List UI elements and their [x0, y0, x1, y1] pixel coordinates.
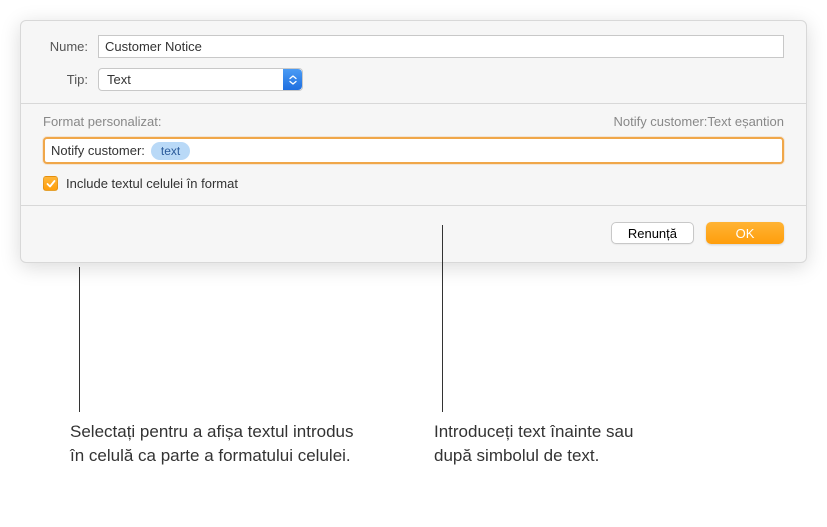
name-row: Nume: [43, 35, 784, 58]
format-preview: Notify customer:Text eșantion [613, 114, 784, 129]
dialog-mid-section: Format personalizat: Notify customer:Tex… [21, 104, 806, 205]
format-token-label: text [161, 144, 180, 158]
include-text-label: Include textul celulei în format [66, 176, 238, 191]
type-label: Tip: [43, 72, 98, 87]
format-text-token[interactable]: text [151, 142, 190, 160]
type-select[interactable]: Text [98, 68, 303, 91]
custom-format-dialog: Nume: Tip: Text Format personalizat: Not… [20, 20, 807, 263]
dialog-top-section: Nume: Tip: Text [21, 21, 806, 103]
callout-right: Introduceți text înainte sau după simbol… [434, 420, 654, 468]
select-arrows-icon [283, 69, 302, 90]
name-input[interactable] [98, 35, 784, 58]
include-text-checkbox[interactable] [43, 176, 58, 191]
name-label: Nume: [43, 39, 98, 54]
dialog-bottom-section: Renunță OK [21, 206, 806, 262]
include-text-row: Include textul celulei în format [43, 176, 784, 191]
type-row: Tip: Text [43, 68, 784, 91]
ok-button[interactable]: OK [706, 222, 784, 244]
format-prefix-text: Notify customer: [51, 143, 145, 158]
format-field[interactable]: Notify customer: text [43, 137, 784, 164]
check-icon [46, 179, 56, 189]
callout-line [79, 267, 80, 412]
callout-left: Selectați pentru a afișa textul introdus… [70, 420, 360, 468]
type-select-value: Text [107, 72, 131, 87]
format-header: Format personalizat: Notify customer:Tex… [43, 114, 784, 129]
callout-line [442, 225, 443, 412]
custom-format-label: Format personalizat: [43, 114, 162, 129]
cancel-button[interactable]: Renunță [611, 222, 694, 244]
